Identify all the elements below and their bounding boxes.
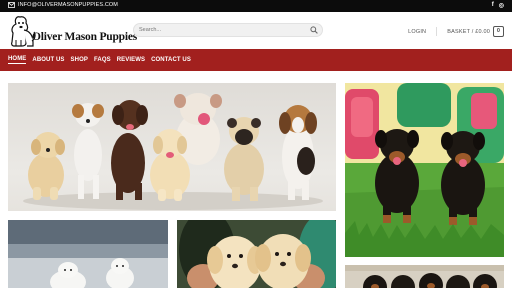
golden-puppy [150, 129, 190, 201]
nav-item-faqs[interactable]: FAQS [94, 57, 111, 63]
facebook-icon[interactable]: f [492, 2, 494, 9]
logo-text[interactable]: Oliver Mason Puppies [32, 31, 137, 43]
rottweiler-litter-photo[interactable] [345, 265, 504, 288]
nav-item-shop[interactable]: SHOP [71, 57, 88, 63]
header-links: LOGIN BASKET / £0.00 0 [408, 26, 504, 37]
puppy-group-photo[interactable] [8, 83, 336, 211]
nav-item-about-us[interactable]: ABOUT US [32, 57, 64, 63]
pug-puppy [224, 117, 264, 201]
search-icon[interactable] [310, 26, 318, 34]
basket-link[interactable]: BASKET / £0.00 [447, 29, 490, 35]
main-nav: HOME ABOUT US SHOP FAQS REVIEWS CONTACT … [0, 49, 512, 71]
top-bar: INFO@OLIVERMASONPUPPIES.COM f ◎ [0, 0, 512, 12]
instagram-icon[interactable]: ◎ [499, 2, 504, 9]
login-link[interactable]: LOGIN [408, 29, 426, 35]
mail-icon [8, 2, 15, 8]
cart-count-badge[interactable]: 0 [493, 26, 504, 37]
nav-item-reviews[interactable]: REVIEWS [117, 57, 145, 63]
site-header: Oliver Mason Puppies LOGIN BASKET / £0.0… [0, 12, 512, 49]
contact-email[interactable]: INFO@OLIVERMASONPUPPIES.COM [8, 2, 118, 8]
social-links: f ◎ [492, 2, 504, 9]
golden-retriever-puppies-photo[interactable] [177, 220, 336, 288]
nav-item-contact-us[interactable]: CONTACT US [151, 57, 191, 63]
chocolate-puppy [111, 100, 148, 200]
rottweiler-puppies-photo[interactable] [345, 83, 504, 257]
white-bulldog [174, 93, 222, 165]
white-puppies-photo[interactable] [8, 220, 168, 288]
search-box [133, 23, 323, 37]
header-divider [436, 27, 438, 36]
cream-puppy [28, 132, 65, 200]
beagle-puppy [279, 105, 317, 200]
white-brown-puppy [72, 103, 104, 199]
search-input[interactable] [139, 25, 299, 35]
nav-item-home[interactable]: HOME [8, 56, 27, 64]
email-text[interactable]: INFO@OLIVERMASONPUPPIES.COM [18, 2, 118, 8]
